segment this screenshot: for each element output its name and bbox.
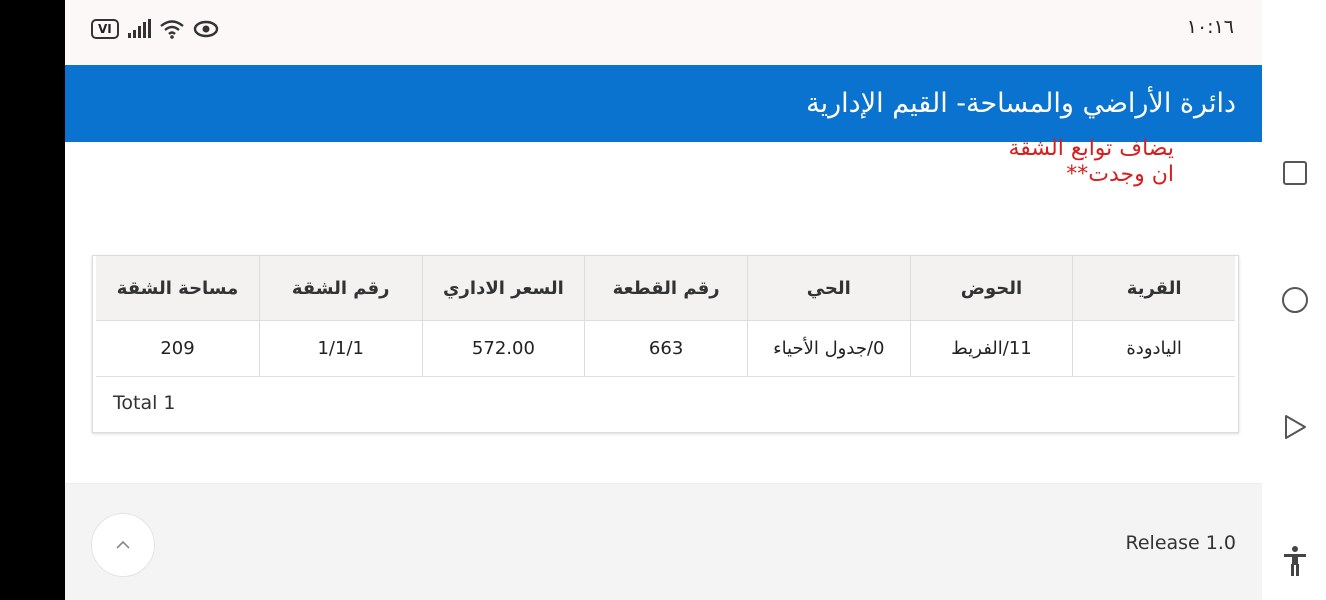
table-cell: 11/الفريط <box>909 321 1073 376</box>
home-button[interactable] <box>1279 284 1311 316</box>
chevron-up-icon <box>116 540 130 549</box>
accessibility-button[interactable] <box>1279 544 1311 578</box>
back-button[interactable] <box>1280 412 1310 442</box>
column-header: القرية <box>1072 256 1235 320</box>
table-cell: 0/جدول الأحياء <box>746 321 910 376</box>
recent-apps-icon <box>1283 161 1307 185</box>
table-header-row: القرية الحوض الحي رقم القطعة السعر الادا… <box>96 256 1235 321</box>
table-cell: 572.00 <box>421 321 585 376</box>
wifi-icon <box>160 20 184 39</box>
note-line-1: يضاف توابع الشقة <box>1008 136 1175 161</box>
table-cell: 209 <box>160 338 195 359</box>
status-icons: VI <box>91 16 219 42</box>
column-header: الحي <box>746 256 910 320</box>
navigation-bar <box>1262 0 1326 600</box>
table-grid: القرية الحوض الحي رقم القطعة السعر الادا… <box>96 256 1235 377</box>
footer: Release 1.0 <box>65 483 1262 600</box>
scroll-top-button[interactable] <box>91 513 155 577</box>
page-title: دائرة الأراضي والمساحة- القيم الإدارية <box>806 88 1236 119</box>
table-row: اليادودة 11/الفريط 0/جدول الأحياء 663 57… <box>96 321 1235 377</box>
carrier-badge: VI <box>91 19 119 39</box>
column-header: رقم القطعة <box>584 256 747 320</box>
total-count: Total 1 <box>113 392 176 414</box>
clock: ١٠:١٦ <box>1186 16 1234 38</box>
column-header: رقم الشقة <box>258 256 422 320</box>
left-black-edge <box>0 0 65 600</box>
note-text: يضاف توابع الشقة ان وجدت** <box>1009 136 1175 188</box>
signal-icon <box>127 19 151 38</box>
column-header: مساحة الشقة <box>116 277 239 299</box>
note-line-2: ان وجدت** <box>1066 162 1174 187</box>
release-label: Release 1.0 <box>1125 532 1237 554</box>
results-table: القرية الحوض الحي رقم القطعة السعر الادا… <box>92 255 1239 433</box>
table-cell: 1/1/1 <box>258 321 422 376</box>
table-cell: اليادودة <box>1072 321 1235 376</box>
app-header: دائرة الأراضي والمساحة- القيم الإدارية <box>65 65 1262 142</box>
column-header: السعر الاداري <box>421 256 585 320</box>
table-cell: 663 <box>584 321 747 376</box>
eye-icon <box>193 20 218 38</box>
column-header: الحوض <box>909 256 1073 320</box>
back-icon <box>1285 415 1306 439</box>
main-content: يضاف توابع الشقة ان وجدت** القرية الحوض … <box>65 136 1262 483</box>
status-bar: VI ١٠:١٦ <box>65 0 1262 65</box>
accessibility-icon <box>1284 546 1306 576</box>
recent-apps-button[interactable] <box>1280 158 1310 188</box>
home-icon <box>1282 287 1308 313</box>
